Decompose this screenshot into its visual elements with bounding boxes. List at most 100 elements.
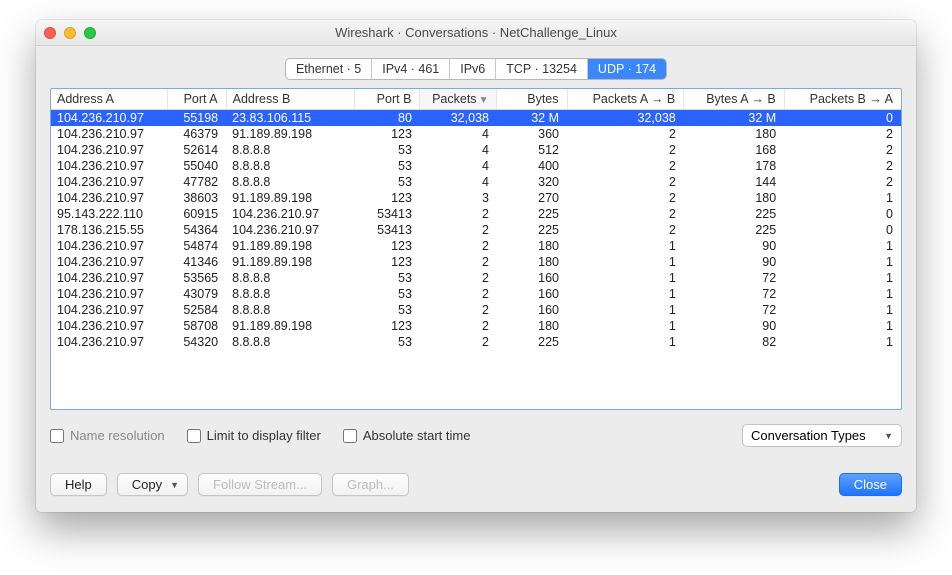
table-cell: 90 — [684, 254, 784, 270]
table-cell: 53 — [355, 286, 420, 302]
table-cell: 104.236.210.97 — [51, 318, 168, 334]
table-cell: 1 — [784, 238, 901, 254]
table-cell: 8.8.8.8 — [226, 270, 354, 286]
absolute-time-label: Absolute start time — [363, 428, 471, 443]
column-header[interactable]: Address A — [51, 89, 168, 110]
table-cell: 0 — [784, 110, 901, 127]
column-header[interactable]: Port B — [355, 89, 420, 110]
minimize-window-icon[interactable] — [64, 27, 76, 39]
table-cell: 123 — [355, 254, 420, 270]
copy-button[interactable]: Copy ▼ — [117, 473, 188, 496]
table-cell: 104.236.210.97 — [51, 126, 168, 142]
name-resolution-checkbox[interactable]: Name resolution — [50, 428, 165, 443]
table-cell: 180 — [497, 238, 567, 254]
tab-0[interactable]: Ethernet · 5 — [286, 59, 372, 79]
table-cell: 178 — [684, 158, 784, 174]
column-header[interactable]: Packets▼ — [420, 89, 497, 110]
close-window-icon[interactable] — [44, 27, 56, 39]
table-cell: 225 — [684, 222, 784, 238]
table-row[interactable]: 178.136.215.5554364104.236.210.975341322… — [51, 222, 901, 238]
table-row[interactable]: 104.236.210.97525848.8.8.85321601721 — [51, 302, 901, 318]
table-cell: 46379 — [168, 126, 226, 142]
table-cell: 2 — [420, 286, 497, 302]
conversation-types-dropdown[interactable]: Conversation Types ▼ — [742, 424, 902, 447]
limit-filter-checkbox[interactable]: Limit to display filter — [187, 428, 321, 443]
table-row[interactable]: 104.236.210.974134691.189.89.19812321801… — [51, 254, 901, 270]
table-cell: 55198 — [168, 110, 226, 127]
table-cell: 2 — [420, 254, 497, 270]
name-resolution-input[interactable] — [50, 429, 64, 443]
column-header[interactable]: Packets B → A — [784, 89, 901, 110]
tabs-bar: Ethernet · 5IPv4 · 461IPv6TCP · 13254UDP… — [50, 58, 902, 80]
table-cell: 180 — [684, 190, 784, 206]
follow-label: Follow Stream... — [213, 477, 307, 492]
table-row[interactable]: 104.236.210.97477828.8.8.853432021442 — [51, 174, 901, 190]
table-cell: 1 — [784, 254, 901, 270]
table-cell: 123 — [355, 190, 420, 206]
column-header[interactable]: Packets A → B — [567, 89, 684, 110]
table-cell: 104.236.210.97 — [51, 174, 168, 190]
table-cell: 4 — [420, 158, 497, 174]
table-cell: 2 — [567, 142, 684, 158]
limit-filter-input[interactable] — [187, 429, 201, 443]
table-row[interactable]: 95.143.222.11060915104.236.210.975341322… — [51, 206, 901, 222]
table-row[interactable]: 104.236.210.97526148.8.8.853451221682 — [51, 142, 901, 158]
table-cell: 60915 — [168, 206, 226, 222]
table-cell: 160 — [497, 270, 567, 286]
tab-3[interactable]: TCP · 13254 — [496, 59, 588, 79]
table-cell: 360 — [497, 126, 567, 142]
table-row[interactable]: 104.236.210.97535658.8.8.85321601721 — [51, 270, 901, 286]
table-cell: 41346 — [168, 254, 226, 270]
table-cell: 8.8.8.8 — [226, 174, 354, 190]
table-cell: 180 — [684, 126, 784, 142]
table-cell: 104.236.210.97 — [51, 334, 168, 350]
column-header[interactable]: Port A — [168, 89, 226, 110]
column-header[interactable]: Bytes — [497, 89, 567, 110]
table-cell: 1 — [567, 318, 684, 334]
table-cell: 72 — [684, 286, 784, 302]
absolute-time-checkbox[interactable]: Absolute start time — [343, 428, 471, 443]
table-cell: 104.236.210.97 — [51, 302, 168, 318]
zoom-window-icon[interactable] — [84, 27, 96, 39]
table-row[interactable]: 104.236.210.975870891.189.89.19812321801… — [51, 318, 901, 334]
tab-4[interactable]: UDP · 174 — [588, 59, 666, 79]
table-cell: 180 — [497, 254, 567, 270]
graph-label: Graph... — [347, 477, 394, 492]
table-row[interactable]: 104.236.210.975519823.83.106.1158032,038… — [51, 110, 901, 127]
table-row[interactable]: 104.236.210.97430798.8.8.85321601721 — [51, 286, 901, 302]
table-cell: 95.143.222.110 — [51, 206, 168, 222]
table-cell: 104.236.210.97 — [51, 158, 168, 174]
table-cell: 55040 — [168, 158, 226, 174]
close-button[interactable]: Close — [839, 473, 902, 496]
table-cell: 8.8.8.8 — [226, 142, 354, 158]
tab-1[interactable]: IPv4 · 461 — [372, 59, 450, 79]
table-cell: 8.8.8.8 — [226, 158, 354, 174]
table-cell: 47782 — [168, 174, 226, 190]
table-cell: 225 — [684, 206, 784, 222]
column-header[interactable]: Bytes A → B — [684, 89, 784, 110]
table-cell: 160 — [497, 302, 567, 318]
table-cell: 144 — [684, 174, 784, 190]
table-cell: 53 — [355, 142, 420, 158]
table-cell: 168 — [684, 142, 784, 158]
table-row[interactable]: 104.236.210.973860391.189.89.19812332702… — [51, 190, 901, 206]
table-cell: 0 — [784, 206, 901, 222]
table-cell: 3 — [420, 190, 497, 206]
help-button[interactable]: Help — [50, 473, 107, 496]
table-row[interactable]: 104.236.210.97550408.8.8.853440021782 — [51, 158, 901, 174]
table-row[interactable]: 104.236.210.974637991.189.89.19812343602… — [51, 126, 901, 142]
table-cell: 53413 — [355, 206, 420, 222]
table-cell: 1 — [567, 286, 684, 302]
table-cell: 8.8.8.8 — [226, 286, 354, 302]
table-row[interactable]: 104.236.210.97543208.8.8.85322251821 — [51, 334, 901, 350]
absolute-time-input[interactable] — [343, 429, 357, 443]
column-header[interactable]: Address B — [226, 89, 354, 110]
table-cell: 104.236.210.97 — [51, 110, 168, 127]
table-cell: 53 — [355, 302, 420, 318]
tab-2[interactable]: IPv6 — [450, 59, 496, 79]
table-cell: 104.236.210.97 — [51, 238, 168, 254]
table-row[interactable]: 104.236.210.975487491.189.89.19812321801… — [51, 238, 901, 254]
window: Wireshark · Conversations · NetChallenge… — [36, 20, 916, 512]
table-cell: 1 — [567, 302, 684, 318]
table-cell: 54874 — [168, 238, 226, 254]
